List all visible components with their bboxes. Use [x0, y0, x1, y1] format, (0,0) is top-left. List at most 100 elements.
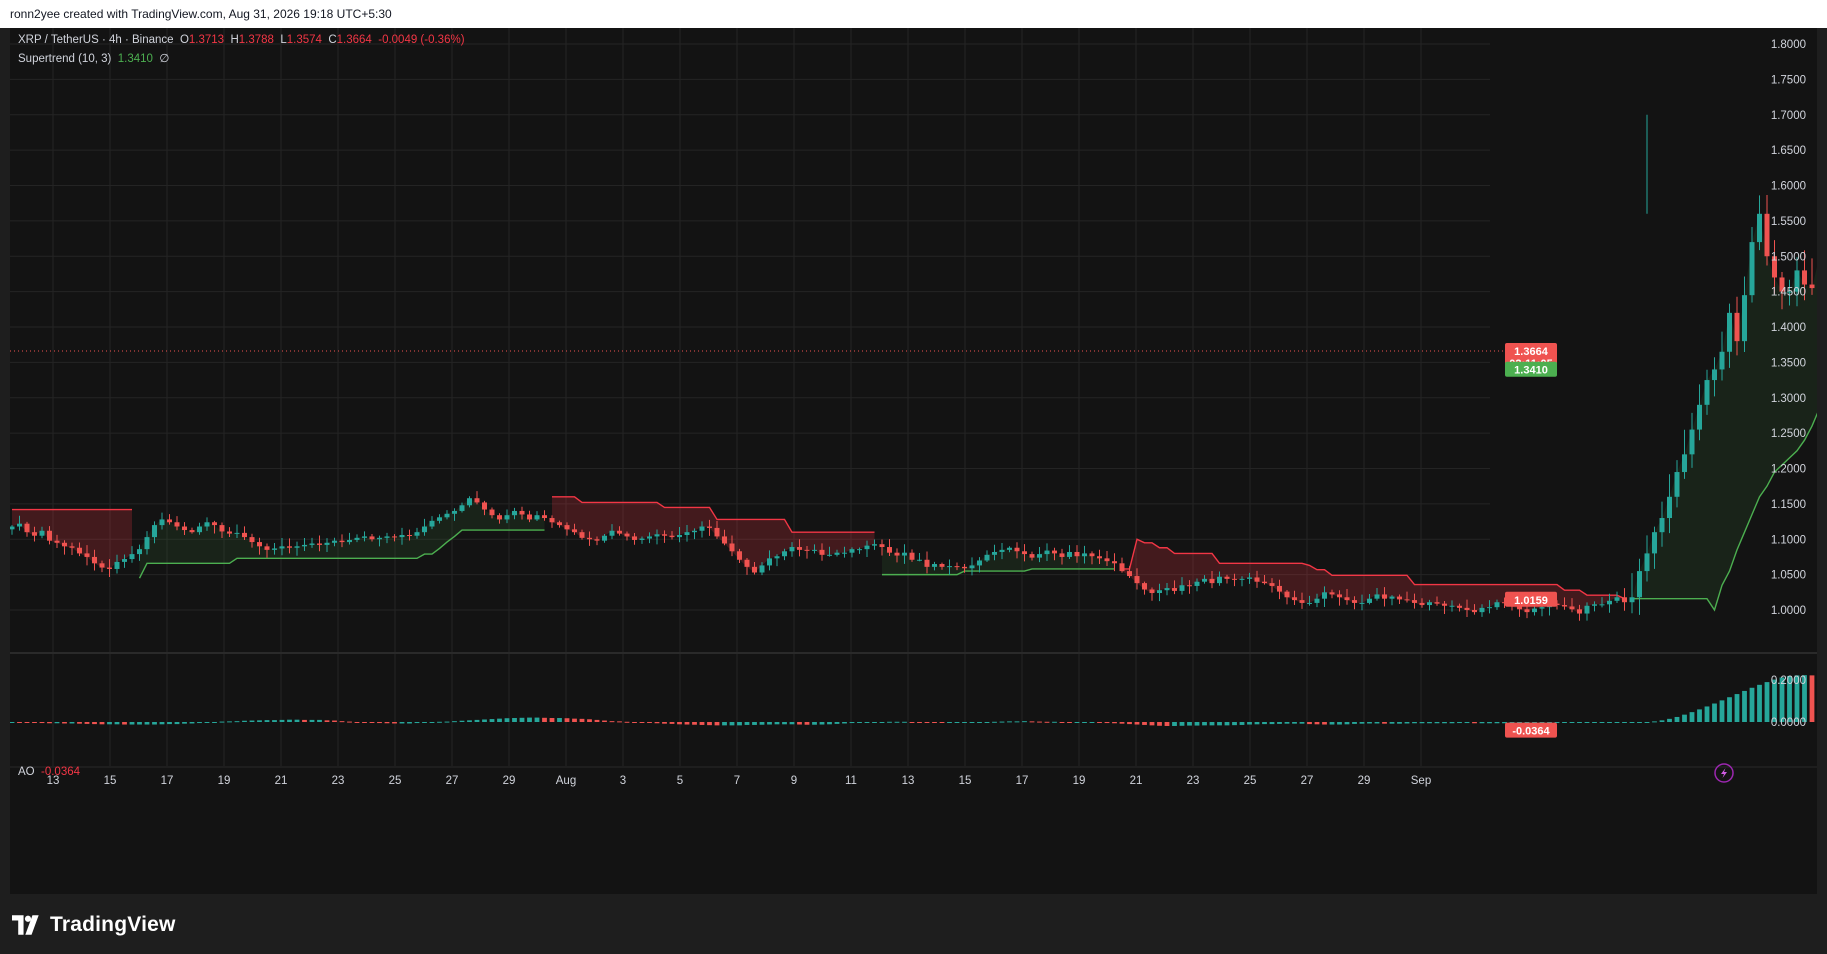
candle-body: [1322, 592, 1327, 599]
time-tick-label: 15: [959, 775, 972, 787]
ao-bar: [1224, 722, 1230, 726]
time-tick-label: 11: [845, 775, 857, 787]
ao-bar: [767, 722, 772, 725]
candle-body: [1659, 518, 1665, 533]
candle-body: [249, 537, 255, 543]
candle-body: [159, 519, 165, 526]
candle-body: [827, 554, 832, 556]
chart-frame[interactable]: 1.8000 1.7500 1.7000 1.6500 1.6000 1.5500 1.50…: [10, 28, 1817, 894]
ao-bar: [1014, 721, 1020, 723]
ao-bar: [947, 722, 952, 723]
ao-bar: [932, 722, 937, 723]
time-axis[interactable]: 13 15 17 19 21 23 25 27 29 Aug 3 5 7 9 11 13 15 17 19 21 23 2…: [47, 775, 1432, 787]
time-tick-label: 5: [677, 775, 683, 787]
ao-bar: [722, 722, 727, 726]
candle-body: [219, 525, 225, 532]
candle-body: [1809, 284, 1815, 289]
ao-bar: [1239, 722, 1245, 725]
candle-body: [1727, 312, 1732, 352]
candle-body: [699, 526, 705, 531]
candle-body: [782, 551, 787, 557]
candle-body: [287, 546, 292, 548]
ao-bar: [534, 717, 540, 722]
candle-body: [677, 535, 682, 538]
candle-body: [459, 505, 465, 511]
low-value: 1.3574: [286, 34, 322, 46]
candle-body: [369, 536, 375, 540]
candle-body: [789, 547, 795, 552]
ao-bar: [969, 722, 975, 723]
ao-bar: [924, 722, 930, 723]
ao-bar: [1464, 722, 1470, 724]
candle-body: [654, 534, 660, 537]
candle-body: [1157, 590, 1162, 594]
close-value: 1.3664: [336, 34, 372, 46]
ao-bar: [1622, 722, 1627, 723]
ao-bar: [557, 718, 562, 722]
candle-body: [377, 537, 382, 540]
last-price-badge-text: 1.3664: [1514, 346, 1549, 358]
ao-bar: [497, 718, 502, 722]
candle-body: [1757, 213, 1762, 243]
ao-bar: [1652, 721, 1657, 723]
candle-body: [32, 532, 37, 536]
price-tick-label: 1.0500: [1771, 570, 1806, 582]
supertrend-badge-text: 1.3410: [1514, 365, 1548, 377]
ao-bar: [317, 719, 322, 722]
candle-body: [234, 532, 240, 534]
grid: [10, 28, 1817, 768]
ao-bar: [152, 722, 157, 725]
ao-bar: [587, 719, 592, 722]
ao-bar: [1764, 682, 1770, 722]
tradingview-logo-icon: [12, 915, 39, 935]
candle-body: [1209, 578, 1215, 584]
candle-body: [444, 513, 450, 518]
ao-bar: [819, 722, 825, 725]
price-chart[interactable]: 1.8000 1.7500 1.7000 1.6500 1.6000 1.5500 1.50…: [10, 28, 1817, 894]
candle-body: [759, 565, 765, 573]
candle-body: [1187, 585, 1192, 587]
ao-bar: [92, 722, 97, 725]
candle-body: [167, 519, 172, 523]
candle-body: [279, 546, 285, 549]
candle-body: [1689, 429, 1695, 455]
candle-body: [1217, 576, 1222, 584]
ao-bar: [549, 718, 555, 722]
candle-body: [1577, 609, 1582, 614]
candle-body: [1134, 576, 1140, 584]
ao-bar: [62, 722, 67, 724]
ao-bar: [984, 722, 990, 723]
ao-bar: [1269, 722, 1275, 725]
candle-body: [1299, 600, 1305, 603]
ao-bar: [999, 721, 1005, 723]
brand[interactable]: TradingView: [12, 913, 176, 937]
candle-body: [1652, 532, 1657, 554]
attribution-bar: ronn2yee created with TradingView.com, A…: [0, 0, 1827, 28]
candle-body: [399, 535, 405, 538]
ao-bar: [257, 720, 262, 722]
time-tick-label: 27: [1301, 775, 1314, 787]
ao-bar: [1749, 687, 1755, 722]
ao-bar: [279, 719, 285, 722]
candle-body: [812, 549, 817, 551]
ao-bar: [1659, 720, 1665, 722]
candle-body: [84, 553, 90, 557]
candle-body: [617, 530, 622, 534]
candle-body: [1712, 369, 1717, 381]
candle-body: [1022, 551, 1027, 555]
price-tick-label: 1.8000: [1771, 39, 1806, 51]
ao-bar: [1412, 722, 1417, 724]
price-tick-label: 1.1500: [1771, 499, 1806, 511]
time-tick-label: 23: [332, 775, 345, 787]
ao-bar: [654, 722, 660, 724]
candle-body: [1067, 551, 1072, 557]
candle-body: [137, 549, 142, 555]
candle-body: [1404, 599, 1410, 601]
candle-body: [1599, 604, 1605, 606]
candle-body: [1037, 554, 1042, 558]
open-label: O: [179, 34, 189, 46]
candle-body: [1434, 602, 1440, 604]
candle-body: [1359, 602, 1365, 604]
ao-bar: [737, 722, 742, 726]
price-tick-label: 1.4000: [1771, 322, 1806, 334]
